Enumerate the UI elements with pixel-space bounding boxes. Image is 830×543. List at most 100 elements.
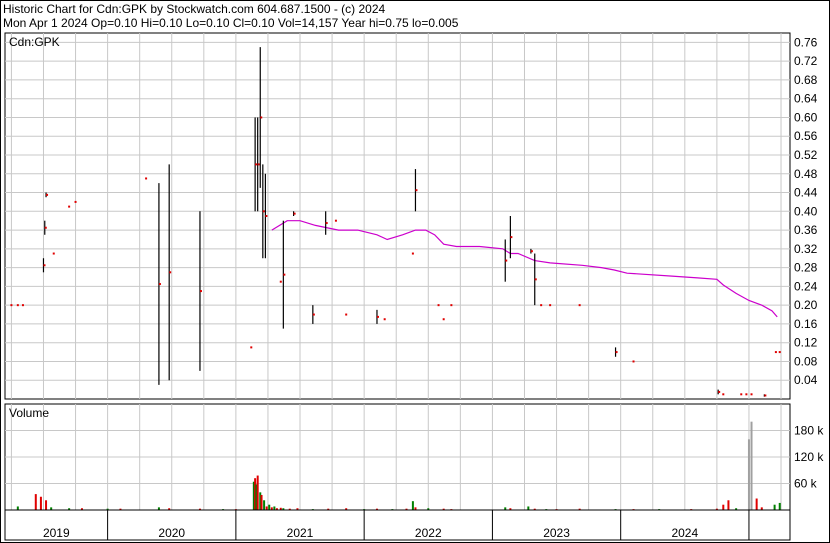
- price-bar: [774, 351, 777, 354]
- price-bar: [450, 304, 453, 307]
- volume-tick-label: 60 k: [794, 477, 818, 491]
- volume-bar: [778, 502, 781, 510]
- price-bar: [578, 304, 581, 307]
- price-bar: [750, 393, 753, 396]
- price-bar: [52, 252, 55, 255]
- price-tick-label: 0.44: [794, 186, 818, 200]
- volume-bar: [747, 439, 750, 510]
- price-bar: [383, 318, 386, 321]
- price-bar-close: [283, 273, 286, 276]
- price-bar: [722, 393, 725, 396]
- price-bar-close: [158, 283, 161, 286]
- price-tick-label: 0.24: [794, 279, 818, 293]
- price-bar-close: [260, 116, 263, 119]
- price-bar-close: [293, 212, 296, 215]
- price-tick-label: 0.36: [794, 223, 818, 237]
- price-bar-close: [505, 259, 508, 262]
- volume-bar: [263, 500, 266, 510]
- x-tick-label: 2019: [43, 526, 70, 540]
- price-bar: [21, 304, 24, 307]
- price-bar: [442, 318, 445, 321]
- price-bar-close: [510, 236, 513, 239]
- price-bar-close: [615, 351, 618, 354]
- volume-panel: Volume 60 k 120 k 180 k: [4, 403, 824, 511]
- volume-bar: [773, 504, 776, 510]
- price-bar-close: [43, 264, 46, 267]
- price-bar-close: [376, 315, 379, 318]
- price-tick-label: 0.56: [794, 129, 818, 143]
- price-bar: [345, 313, 348, 316]
- price-bar: [778, 351, 781, 354]
- price-tick-label: 0.76: [794, 35, 818, 49]
- volume-bar: [256, 475, 259, 510]
- volume-bar: [45, 500, 48, 510]
- x-tick-label: 2022: [415, 526, 442, 540]
- x-axis: 2019 2020 2021 2022 2023 2024: [4, 509, 791, 541]
- volume-bar: [16, 506, 19, 510]
- price-tick-label: 0.20: [794, 298, 818, 312]
- x-tick-label: 2023: [543, 526, 570, 540]
- price-bar-close: [718, 390, 721, 393]
- price-bar: [745, 393, 748, 396]
- price-bar: [145, 177, 148, 180]
- price-bar-close: [534, 278, 537, 281]
- price-bar-close: [44, 226, 47, 229]
- volume-bar: [727, 500, 730, 510]
- volume-bar: [750, 421, 753, 510]
- price-bar-close: [46, 193, 49, 196]
- volume-bar: [39, 496, 42, 510]
- price-bar-close: [262, 210, 265, 213]
- price-plot-frame: [4, 32, 791, 400]
- volume-bar: [265, 506, 268, 510]
- price-bar: [16, 304, 19, 307]
- price-bar: [334, 219, 337, 222]
- price-bar: [411, 252, 414, 255]
- volume-bar: [755, 498, 758, 510]
- price-bar-close: [199, 290, 202, 293]
- volume-bar: [722, 504, 725, 510]
- price-tick-label: 0.16: [794, 317, 818, 331]
- x-tick-label: 2020: [158, 526, 185, 540]
- price-tick-label: 0.12: [794, 336, 818, 350]
- volume-bar: [273, 506, 276, 510]
- price-tick-label: 0.28: [794, 261, 818, 275]
- price-bar-close: [255, 163, 258, 166]
- price-panel-title: Cdn:GPK: [9, 35, 60, 49]
- price-bar-close: [325, 222, 328, 225]
- price-bar: [10, 304, 13, 307]
- volume-bar: [34, 494, 37, 510]
- price-bar-close: [415, 189, 418, 192]
- price-tick-label: 0.08: [794, 354, 818, 368]
- price-tick-label: 0.40: [794, 204, 818, 218]
- price-bar: [549, 304, 552, 307]
- volume-tick-label: 120 k: [794, 450, 824, 464]
- price-bar-close: [169, 271, 172, 274]
- price-bar: [632, 360, 635, 363]
- price-bar-close: [265, 215, 268, 217]
- price-bar: [68, 205, 71, 208]
- x-tick-label: 2021: [287, 526, 314, 540]
- price-bar-close: [530, 250, 533, 253]
- price-bar-close: [257, 163, 260, 166]
- price-tick-label: 0.68: [794, 73, 818, 87]
- price-tick-label: 0.72: [794, 54, 818, 68]
- volume-bar: [411, 501, 414, 510]
- price-tick-label: 0.52: [794, 148, 818, 162]
- volume-bar: [260, 494, 263, 510]
- price-bar: [540, 304, 543, 307]
- volume-bar: [527, 506, 530, 510]
- price-bar: [74, 200, 77, 203]
- price-bar-close: [312, 313, 315, 316]
- price-bar: [279, 280, 282, 283]
- volume-panel-title: Volume: [9, 406, 49, 420]
- price-tick-label: 0.48: [794, 167, 818, 181]
- x-tick-label: 2024: [671, 526, 698, 540]
- volume-tick-label: 180 k: [794, 424, 824, 438]
- price-tick-label: 0.04: [794, 373, 818, 387]
- volume-bar: [268, 504, 271, 510]
- price-tick-label: 0.60: [794, 110, 818, 124]
- stock-chart: 0.04 0.08 0.12 0.16 0.20 0.24 0.28 0.32 0.36 0.40…: [0, 0, 830, 543]
- price-bar: [250, 346, 253, 349]
- price-tick-label: 0.64: [794, 92, 818, 106]
- price-bar-close: [764, 394, 767, 397]
